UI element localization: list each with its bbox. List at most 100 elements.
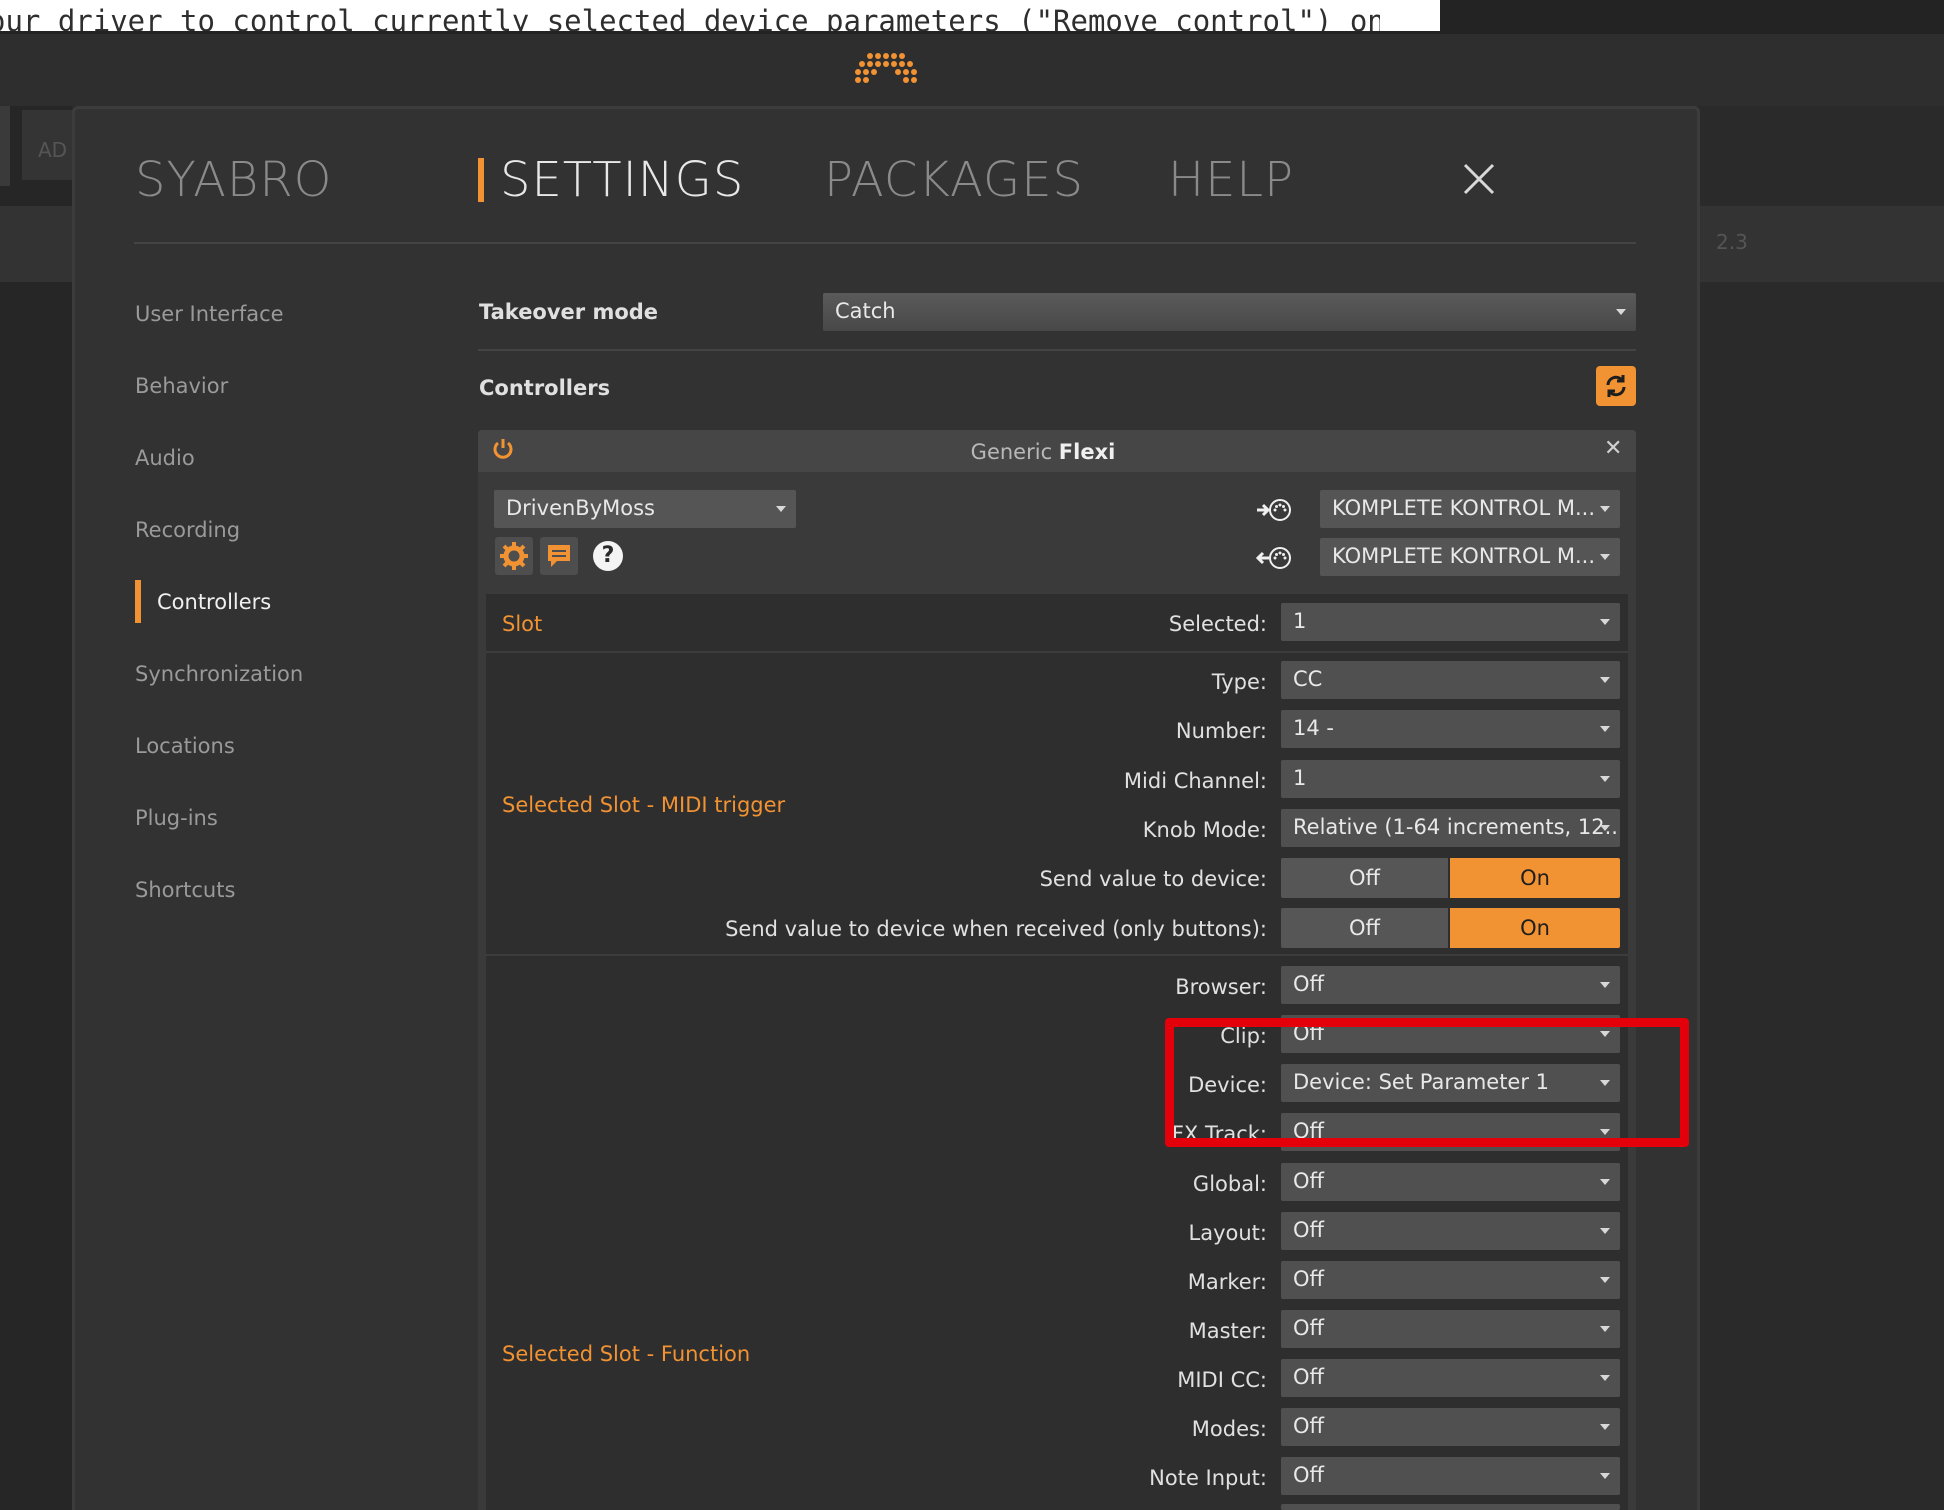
global-select[interactable]: Off [1281, 1163, 1620, 1201]
modes-value: Off [1293, 1414, 1324, 1438]
send-received-off[interactable]: Off [1281, 908, 1448, 948]
midi-output-select[interactable]: KOMPLETE KONTROL M... [1320, 538, 1620, 576]
chevron-down-icon [1600, 1375, 1610, 1381]
tab-packages[interactable]: PACKAGES [824, 152, 1084, 208]
midi-input-select[interactable]: KOMPLETE KONTROL M... [1320, 490, 1620, 528]
controllers-label: Controllers [479, 376, 611, 400]
background-strip-left [0, 206, 72, 282]
chevron-down-icon [1600, 1424, 1610, 1430]
midi-input-icon [1257, 499, 1291, 521]
marker-label: Marker: [1187, 1270, 1267, 1294]
number-label: Number: [1175, 719, 1267, 743]
sidebar-item-locations[interactable]: Locations [135, 734, 235, 758]
layout-select[interactable]: Off [1281, 1212, 1620, 1250]
chevron-down-icon [1600, 677, 1610, 683]
global-label: Global: [1192, 1172, 1267, 1196]
marker-select[interactable]: Off [1281, 1261, 1620, 1299]
note-input-select[interactable]: Off [1281, 1457, 1620, 1495]
note-input-value: Off [1293, 1463, 1324, 1487]
highlight-annotation [1165, 1018, 1689, 1147]
chevron-down-icon [1616, 309, 1626, 315]
controller-title-name: Flexi [1058, 440, 1116, 464]
chevron-down-icon [1600, 825, 1610, 831]
takeover-mode-select[interactable]: Catch [823, 293, 1636, 331]
sidebar-item-user-interface[interactable]: User Interface [135, 302, 284, 326]
browser-select[interactable]: Off [1281, 966, 1620, 1004]
midi-channel-label: Midi Channel: [1123, 769, 1267, 793]
midi-cc-value: Off [1293, 1365, 1324, 1389]
controller-settings-button[interactable] [495, 537, 533, 575]
tab-syabro[interactable]: SYABRO [135, 152, 332, 208]
takeover-mode-label: Takeover mode [479, 300, 659, 324]
send-received-on[interactable]: On [1450, 908, 1620, 948]
chevron-down-icon [1600, 776, 1610, 782]
remove-controller-button[interactable]: ✕ [1604, 436, 1622, 461]
knob-mode-label: Knob Mode: [1142, 818, 1267, 842]
modes-select[interactable]: Off [1281, 1408, 1620, 1446]
send-value-on[interactable]: On [1450, 858, 1620, 898]
tab-help[interactable]: HELP [1168, 152, 1294, 208]
type-select[interactable]: CC [1281, 661, 1620, 699]
send-value-label: Send value to device: [1039, 867, 1267, 891]
number-select[interactable]: 14 - [1281, 710, 1620, 748]
refresh-icon [1606, 375, 1626, 397]
type-label: Type: [1211, 670, 1267, 694]
master-select[interactable]: Off [1281, 1310, 1620, 1348]
selected-slot-label: Selected: [1168, 612, 1267, 636]
selected-slot-value: 1 [1293, 609, 1307, 633]
slot-label: Slot [502, 612, 543, 636]
type-value: CC [1293, 667, 1323, 691]
chevron-down-icon [1600, 506, 1610, 512]
chevron-down-icon [1600, 726, 1610, 732]
bitwig-logo-icon [855, 53, 919, 83]
controller-notes-button[interactable] [540, 537, 578, 575]
app-titlebar [0, 34, 1944, 106]
chevron-down-icon [1600, 1326, 1610, 1332]
message-icon [548, 545, 570, 567]
midi-output-icon [1255, 547, 1291, 569]
chevron-down-icon [1600, 1179, 1610, 1185]
master-label: Master: [1188, 1319, 1267, 1343]
takeover-mode-value: Catch [835, 299, 896, 323]
close-icon[interactable] [1462, 162, 1496, 196]
sidebar-item-plug-ins[interactable]: Plug-ins [135, 806, 218, 830]
midi-cc-select[interactable]: Off [1281, 1359, 1620, 1397]
gear-icon [500, 542, 528, 570]
selected-slot-select[interactable]: 1 [1281, 603, 1620, 641]
background-number: 2.3 [1716, 230, 1748, 254]
midi-channel-select[interactable]: 1 [1281, 760, 1620, 798]
sidebar-item-recording[interactable]: Recording [135, 518, 240, 542]
background-left-panel [0, 106, 10, 186]
global-value: Off [1293, 1169, 1324, 1193]
knob-mode-value: Relative (1-64 increments, 12... [1293, 815, 1620, 839]
layout-label: Layout: [1188, 1221, 1267, 1245]
sidebar-item-shortcuts[interactable]: Shortcuts [135, 878, 235, 902]
send-value-off[interactable]: Off [1281, 858, 1448, 898]
send-value-toggle[interactable]: Off On [1281, 858, 1620, 898]
background-right [1690, 106, 1944, 1510]
sidebar-item-audio[interactable]: Audio [135, 446, 195, 470]
controller-title: Generic Flexi [478, 440, 1608, 464]
background-button: AD [22, 110, 72, 180]
chevron-down-icon [1600, 1473, 1610, 1479]
browser-value: Off [1293, 972, 1324, 996]
controller-script-select[interactable]: DrivenByMoss [494, 490, 796, 528]
next-select-edge[interactable] [1281, 1504, 1620, 1510]
marker-value: Off [1293, 1267, 1324, 1291]
refresh-controllers-button[interactable] [1596, 366, 1636, 406]
send-received-toggle[interactable]: Off On [1281, 908, 1620, 948]
send-received-label: Send value to device when received (only… [725, 917, 1267, 941]
sidebar-item-synchronization[interactable]: Synchronization [135, 662, 303, 686]
midi-cc-label: MIDI CC: [1177, 1368, 1267, 1392]
knob-mode-select[interactable]: Relative (1-64 increments, 12... [1281, 809, 1620, 847]
note-input-label: Note Input: [1149, 1466, 1267, 1490]
help-icon[interactable]: ? [593, 541, 623, 571]
sidebar-item-controllers[interactable]: Controllers [157, 590, 271, 614]
active-tab-marker [478, 158, 484, 202]
tab-settings[interactable]: SETTINGS [500, 152, 744, 208]
sidebar-item-behavior[interactable]: Behavior [135, 374, 228, 398]
midi-channel-value: 1 [1293, 766, 1307, 790]
browser-text-strip-end [1380, 0, 1440, 31]
question-text: our driver to control currently selected… [0, 4, 1440, 31]
chevron-down-icon [1600, 1277, 1610, 1283]
